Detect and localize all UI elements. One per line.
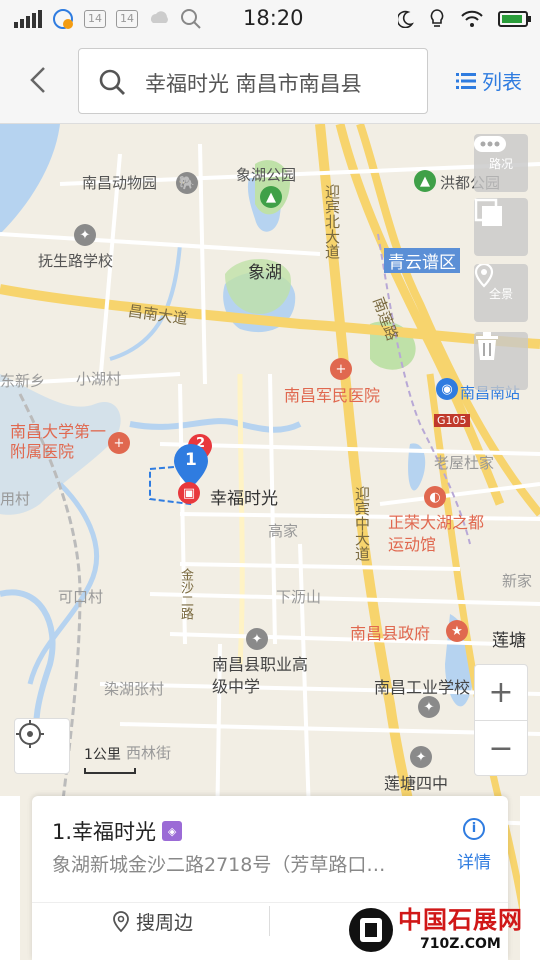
search-input[interactable]: 幸福时光 南昌市南昌县 — [78, 48, 428, 114]
map-label-town: 莲塘 — [492, 631, 526, 651]
layers-icon — [474, 198, 502, 226]
map-label-village: 新家 — [502, 572, 533, 590]
map-label-village: 下沥山 — [276, 588, 322, 606]
prev-card-edge[interactable] — [0, 796, 20, 960]
hospital-icon[interactable]: + — [108, 432, 130, 454]
scale-bar — [84, 768, 136, 774]
pin-1-label: 1 — [185, 450, 197, 470]
park-icon[interactable]: ▲ — [414, 170, 436, 192]
status-badge: 14 — [116, 10, 138, 28]
government-icon[interactable]: ★ — [446, 620, 468, 642]
detail-button[interactable]: i 详情 — [450, 818, 498, 873]
moon-icon — [398, 10, 414, 28]
weather-icon — [151, 11, 168, 23]
clear-button[interactable] — [474, 332, 528, 390]
stadium-icon[interactable]: ◐ — [424, 486, 446, 508]
crosshair-icon — [16, 720, 44, 748]
map-label-park: 象湖公园 — [236, 166, 297, 184]
bulb-icon — [430, 9, 444, 27]
status-badge: 14 — [84, 10, 106, 28]
map-pin-icon — [474, 264, 494, 288]
school-icon[interactable]: ✦ — [418, 696, 440, 718]
map-label-village: 小湖村 — [76, 370, 122, 388]
map-pin-icon — [113, 910, 129, 932]
map-label-school: 莲塘四中 — [384, 774, 449, 793]
status-bar: 14 14 18:20 — [0, 0, 540, 38]
notification-icon — [53, 9, 73, 29]
map-label-school: 抚生路学校 — [38, 252, 114, 270]
clock: 18:20 — [243, 6, 304, 30]
map-label-stadium: 正荣大湖之都运动馆 — [388, 513, 485, 554]
search-nearby-button[interactable]: 搜周边 — [112, 908, 193, 935]
school-icon[interactable]: ✦ — [410, 746, 432, 768]
traffic-button[interactable]: 路况 — [474, 134, 528, 192]
list-icon — [456, 72, 476, 89]
panorama-button[interactable]: 全景 — [474, 264, 528, 322]
battery-icon — [498, 11, 531, 27]
school-icon[interactable]: ✦ — [246, 628, 268, 650]
map-label-hospital: 南昌大学第一附属医院 — [10, 422, 107, 461]
map-label-zoo: 南昌动物园 — [82, 174, 158, 192]
map-label-school: 南昌工业学校 — [374, 678, 471, 697]
result-address: 象湖新城金沙二路2718号（芳草路口… — [52, 854, 386, 876]
back-button[interactable] — [22, 62, 58, 98]
school-icon[interactable]: ✦ — [74, 224, 96, 246]
map-label-highway: G105 — [434, 414, 470, 427]
map-label-village: 染湖张村 — [104, 680, 165, 698]
wifi-icon — [461, 10, 483, 27]
map-label-village: 东新乡 — [0, 372, 46, 390]
zoom-out-button[interactable]: − — [475, 720, 527, 775]
map-label-hospital: 南昌军民医院 — [284, 386, 381, 405]
search-header: 幸福时光 南昌市南昌县 列表 — [0, 38, 540, 124]
watermark-url: 710Z.COM — [420, 936, 501, 952]
list-label: 列表 — [482, 70, 522, 94]
result-name: 1.幸福时光 — [52, 820, 157, 844]
locate-button[interactable] — [14, 718, 70, 774]
map-label-street: 西林街 — [126, 744, 172, 762]
train-station-icon[interactable]: ◉ — [436, 378, 458, 400]
chevron-left-icon — [30, 67, 45, 93]
search-icon — [99, 69, 125, 95]
map-label-school: 南昌县职业高级中学 — [212, 655, 309, 696]
premium-badge-icon: ◈ — [162, 821, 183, 841]
list-button[interactable]: 列表 — [456, 66, 522, 95]
hotel-icon[interactable]: ▣ — [178, 482, 200, 504]
map-label-village: 高家 — [268, 522, 299, 540]
layers-button[interactable] — [474, 198, 528, 256]
detail-label: 详情 — [457, 853, 491, 873]
map-label-village: 老屋杜家 — [434, 454, 495, 472]
search-query: 幸福时光 南昌市南昌县 — [145, 72, 362, 96]
traffic-label: 路况 — [488, 156, 513, 171]
map-label-lake: 象湖 — [248, 263, 282, 283]
park-icon[interactable]: ▲ — [260, 186, 282, 208]
map-label-government: 南昌县政府 — [350, 624, 431, 643]
map-label-village: 可口村 — [58, 588, 104, 606]
nearby-label: 搜周边 — [136, 912, 194, 934]
scale-label: 1公里 — [84, 747, 121, 763]
watermark-logo-icon — [349, 908, 393, 952]
map-label-poi: 幸福时光 — [210, 489, 278, 509]
divider — [269, 906, 270, 936]
hospital-icon[interactable]: + — [330, 358, 352, 380]
zoo-icon[interactable]: 🐘 — [176, 172, 198, 194]
map-label-district: 青云谱区 — [384, 248, 460, 273]
watermark: 中国石展网 710Z.COM — [344, 898, 540, 960]
trash-icon — [476, 332, 498, 360]
zoom-controls: + − — [474, 664, 528, 776]
watermark-name: 中国石展网 — [398, 905, 523, 934]
info-icon: i — [463, 818, 485, 840]
signal-icon — [14, 10, 42, 28]
map-label-village: 用村 — [0, 490, 31, 508]
map-label-road: 金沙二路 — [178, 568, 193, 620]
result-title: 1.幸福时光 ◈ — [52, 816, 183, 846]
more-icon — [474, 136, 506, 152]
map-label-road: 迎宾北大道 — [323, 184, 341, 259]
map-label-road: 迎宾中大道 — [353, 486, 371, 561]
zoom-in-button[interactable]: + — [475, 665, 527, 720]
search-icon — [181, 9, 201, 29]
